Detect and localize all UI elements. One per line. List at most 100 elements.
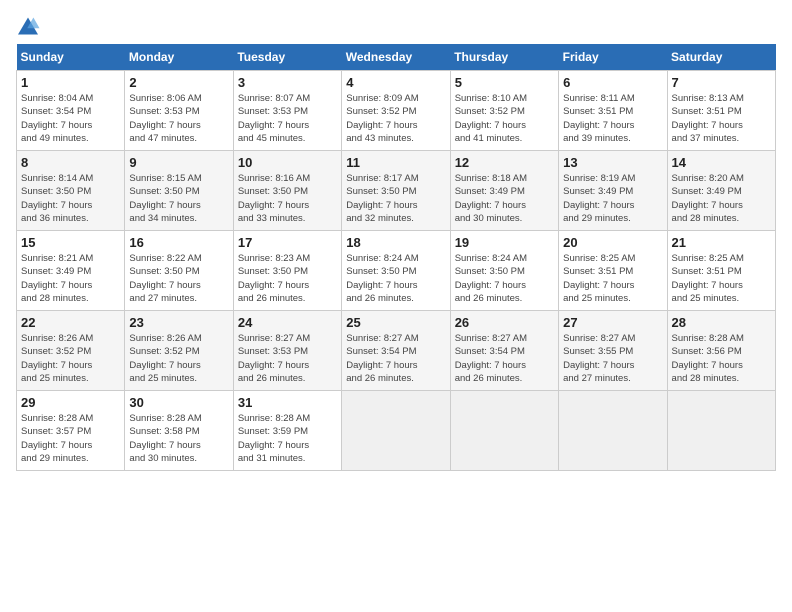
day-info-text: Sunrise: 8:10 AM Sunset: 3:52 PM Dayligh… bbox=[455, 92, 554, 145]
day-number: 19 bbox=[455, 235, 554, 250]
day-number: 27 bbox=[563, 315, 662, 330]
calendar-day-cell: 5 Sunrise: 8:10 AM Sunset: 3:52 PM Daylig… bbox=[450, 71, 558, 151]
day-number: 12 bbox=[455, 155, 554, 170]
day-info-text: Sunrise: 8:28 AM Sunset: 3:57 PM Dayligh… bbox=[21, 412, 120, 465]
day-number: 2 bbox=[129, 75, 228, 90]
day-number: 20 bbox=[563, 235, 662, 250]
calendar-day-cell: 3 Sunrise: 8:07 AM Sunset: 3:53 PM Daylig… bbox=[233, 71, 341, 151]
day-info-text: Sunrise: 8:25 AM Sunset: 3:51 PM Dayligh… bbox=[563, 252, 662, 305]
day-number: 6 bbox=[563, 75, 662, 90]
calendar-day-cell: 2 Sunrise: 8:06 AM Sunset: 3:53 PM Daylig… bbox=[125, 71, 233, 151]
calendar-day-cell: 10 Sunrise: 8:16 AM Sunset: 3:50 PM Dayli… bbox=[233, 151, 341, 231]
calendar-header-row: SundayMondayTuesdayWednesdayThursdayFrid… bbox=[17, 44, 776, 71]
calendar-week-row: 15Sunrise: 8:21 AM Sunset: 3:49 PM Dayli… bbox=[17, 231, 776, 311]
day-number: 5 bbox=[455, 75, 554, 90]
calendar-day-cell: 14Sunrise: 8:20 AM Sunset: 3:49 PM Dayli… bbox=[667, 151, 775, 231]
calendar-day-cell: 27 Sunrise: 8:27 AM Sunset: 3:55 PM Dayli… bbox=[559, 311, 667, 391]
day-info-text: Sunrise: 8:06 AM Sunset: 3:53 PM Dayligh… bbox=[129, 92, 228, 145]
day-header-friday: Friday bbox=[559, 44, 667, 71]
day-number: 8 bbox=[21, 155, 120, 170]
day-number: 15 bbox=[21, 235, 120, 250]
day-header-saturday: Saturday bbox=[667, 44, 775, 71]
day-number: 13 bbox=[563, 155, 662, 170]
calendar-day-cell: 26Sunrise: 8:27 AM Sunset: 3:54 PM Dayli… bbox=[450, 311, 558, 391]
calendar-day-cell: 29 Sunrise: 8:28 AM Sunset: 3:57 PM Dayli… bbox=[17, 391, 125, 471]
calendar-day-cell: 8 Sunrise: 8:14 AM Sunset: 3:50 PM Daylig… bbox=[17, 151, 125, 231]
calendar-day-cell bbox=[559, 391, 667, 471]
calendar-day-cell: 4 Sunrise: 8:09 AM Sunset: 3:52 PM Daylig… bbox=[342, 71, 450, 151]
calendar-day-cell: 11 Sunrise: 8:17 AM Sunset: 3:50 PM Dayli… bbox=[342, 151, 450, 231]
calendar-day-cell: 12 Sunrise: 8:18 AM Sunset: 3:49 PM Dayli… bbox=[450, 151, 558, 231]
day-info-text: Sunrise: 8:17 AM Sunset: 3:50 PM Dayligh… bbox=[346, 172, 445, 225]
day-info-text: Sunrise: 8:22 AM Sunset: 3:50 PM Dayligh… bbox=[129, 252, 228, 305]
day-number: 28 bbox=[672, 315, 771, 330]
calendar-day-cell: 19 Sunrise: 8:24 AM Sunset: 3:50 PM Dayli… bbox=[450, 231, 558, 311]
day-info-text: Sunrise: 8:27 AM Sunset: 3:55 PM Dayligh… bbox=[563, 332, 662, 385]
calendar-week-row: 8 Sunrise: 8:14 AM Sunset: 3:50 PM Daylig… bbox=[17, 151, 776, 231]
logo-icon bbox=[16, 16, 40, 36]
day-number: 29 bbox=[21, 395, 120, 410]
day-info-text: Sunrise: 8:04 AM Sunset: 3:54 PM Dayligh… bbox=[21, 92, 120, 145]
calendar-day-cell: 31 Sunrise: 8:28 AM Sunset: 3:59 PM Dayli… bbox=[233, 391, 341, 471]
day-info-text: Sunrise: 8:19 AM Sunset: 3:49 PM Dayligh… bbox=[563, 172, 662, 225]
day-number: 10 bbox=[238, 155, 337, 170]
day-info-text: Sunrise: 8:18 AM Sunset: 3:49 PM Dayligh… bbox=[455, 172, 554, 225]
calendar-day-cell: 24Sunrise: 8:27 AM Sunset: 3:53 PM Dayli… bbox=[233, 311, 341, 391]
calendar-day-cell: 18 Sunrise: 8:24 AM Sunset: 3:50 PM Dayli… bbox=[342, 231, 450, 311]
day-info-text: Sunrise: 8:28 AM Sunset: 3:58 PM Dayligh… bbox=[129, 412, 228, 465]
day-info-text: Sunrise: 8:14 AM Sunset: 3:50 PM Dayligh… bbox=[21, 172, 120, 225]
day-header-thursday: Thursday bbox=[450, 44, 558, 71]
calendar-day-cell: 7 Sunrise: 8:13 AM Sunset: 3:51 PM Daylig… bbox=[667, 71, 775, 151]
day-number: 7 bbox=[672, 75, 771, 90]
day-number: 17 bbox=[238, 235, 337, 250]
calendar-day-cell: 15Sunrise: 8:21 AM Sunset: 3:49 PM Dayli… bbox=[17, 231, 125, 311]
calendar-day-cell: 25Sunrise: 8:27 AM Sunset: 3:54 PM Dayli… bbox=[342, 311, 450, 391]
day-number: 16 bbox=[129, 235, 228, 250]
day-info-text: Sunrise: 8:24 AM Sunset: 3:50 PM Dayligh… bbox=[455, 252, 554, 305]
day-info-text: Sunrise: 8:26 AM Sunset: 3:52 PM Dayligh… bbox=[21, 332, 120, 385]
day-number: 25 bbox=[346, 315, 445, 330]
calendar-day-cell: 23 Sunrise: 8:26 AM Sunset: 3:52 PM Dayli… bbox=[125, 311, 233, 391]
calendar-day-cell: 9Sunrise: 8:15 AM Sunset: 3:50 PM Daylig… bbox=[125, 151, 233, 231]
calendar-day-cell: 30 Sunrise: 8:28 AM Sunset: 3:58 PM Dayli… bbox=[125, 391, 233, 471]
day-info-text: Sunrise: 8:07 AM Sunset: 3:53 PM Dayligh… bbox=[238, 92, 337, 145]
day-number: 3 bbox=[238, 75, 337, 90]
day-info-text: Sunrise: 8:11 AM Sunset: 3:51 PM Dayligh… bbox=[563, 92, 662, 145]
day-number: 31 bbox=[238, 395, 337, 410]
day-info-text: Sunrise: 8:27 AM Sunset: 3:53 PM Dayligh… bbox=[238, 332, 337, 385]
day-number: 11 bbox=[346, 155, 445, 170]
day-number: 23 bbox=[129, 315, 228, 330]
day-header-tuesday: Tuesday bbox=[233, 44, 341, 71]
page-header bbox=[16, 16, 776, 36]
day-info-text: Sunrise: 8:28 AM Sunset: 3:59 PM Dayligh… bbox=[238, 412, 337, 465]
day-number: 4 bbox=[346, 75, 445, 90]
day-info-text: Sunrise: 8:13 AM Sunset: 3:51 PM Dayligh… bbox=[672, 92, 771, 145]
calendar-week-row: 1Sunrise: 8:04 AM Sunset: 3:54 PM Daylig… bbox=[17, 71, 776, 151]
day-info-text: Sunrise: 8:16 AM Sunset: 3:50 PM Dayligh… bbox=[238, 172, 337, 225]
day-info-text: Sunrise: 8:24 AM Sunset: 3:50 PM Dayligh… bbox=[346, 252, 445, 305]
day-info-text: Sunrise: 8:26 AM Sunset: 3:52 PM Dayligh… bbox=[129, 332, 228, 385]
day-header-monday: Monday bbox=[125, 44, 233, 71]
day-number: 26 bbox=[455, 315, 554, 330]
day-header-wednesday: Wednesday bbox=[342, 44, 450, 71]
calendar-day-cell: 13 Sunrise: 8:19 AM Sunset: 3:49 PM Dayli… bbox=[559, 151, 667, 231]
day-header-sunday: Sunday bbox=[17, 44, 125, 71]
day-info-text: Sunrise: 8:09 AM Sunset: 3:52 PM Dayligh… bbox=[346, 92, 445, 145]
calendar-day-cell: 20 Sunrise: 8:25 AM Sunset: 3:51 PM Dayli… bbox=[559, 231, 667, 311]
calendar-day-cell: 16 Sunrise: 8:22 AM Sunset: 3:50 PM Dayli… bbox=[125, 231, 233, 311]
calendar-week-row: 22 Sunrise: 8:26 AM Sunset: 3:52 PM Dayli… bbox=[17, 311, 776, 391]
day-number: 22 bbox=[21, 315, 120, 330]
day-info-text: Sunrise: 8:28 AM Sunset: 3:56 PM Dayligh… bbox=[672, 332, 771, 385]
calendar-day-cell bbox=[342, 391, 450, 471]
calendar-day-cell: 17 Sunrise: 8:23 AM Sunset: 3:50 PM Dayli… bbox=[233, 231, 341, 311]
day-number: 30 bbox=[129, 395, 228, 410]
calendar-day-cell bbox=[450, 391, 558, 471]
calendar-table: SundayMondayTuesdayWednesdayThursdayFrid… bbox=[16, 44, 776, 471]
day-number: 18 bbox=[346, 235, 445, 250]
calendar-day-cell: 6 Sunrise: 8:11 AM Sunset: 3:51 PM Daylig… bbox=[559, 71, 667, 151]
day-number: 21 bbox=[672, 235, 771, 250]
calendar-day-cell bbox=[667, 391, 775, 471]
day-info-text: Sunrise: 8:20 AM Sunset: 3:49 PM Dayligh… bbox=[672, 172, 771, 225]
calendar-day-cell: 1Sunrise: 8:04 AM Sunset: 3:54 PM Daylig… bbox=[17, 71, 125, 151]
day-info-text: Sunrise: 8:23 AM Sunset: 3:50 PM Dayligh… bbox=[238, 252, 337, 305]
